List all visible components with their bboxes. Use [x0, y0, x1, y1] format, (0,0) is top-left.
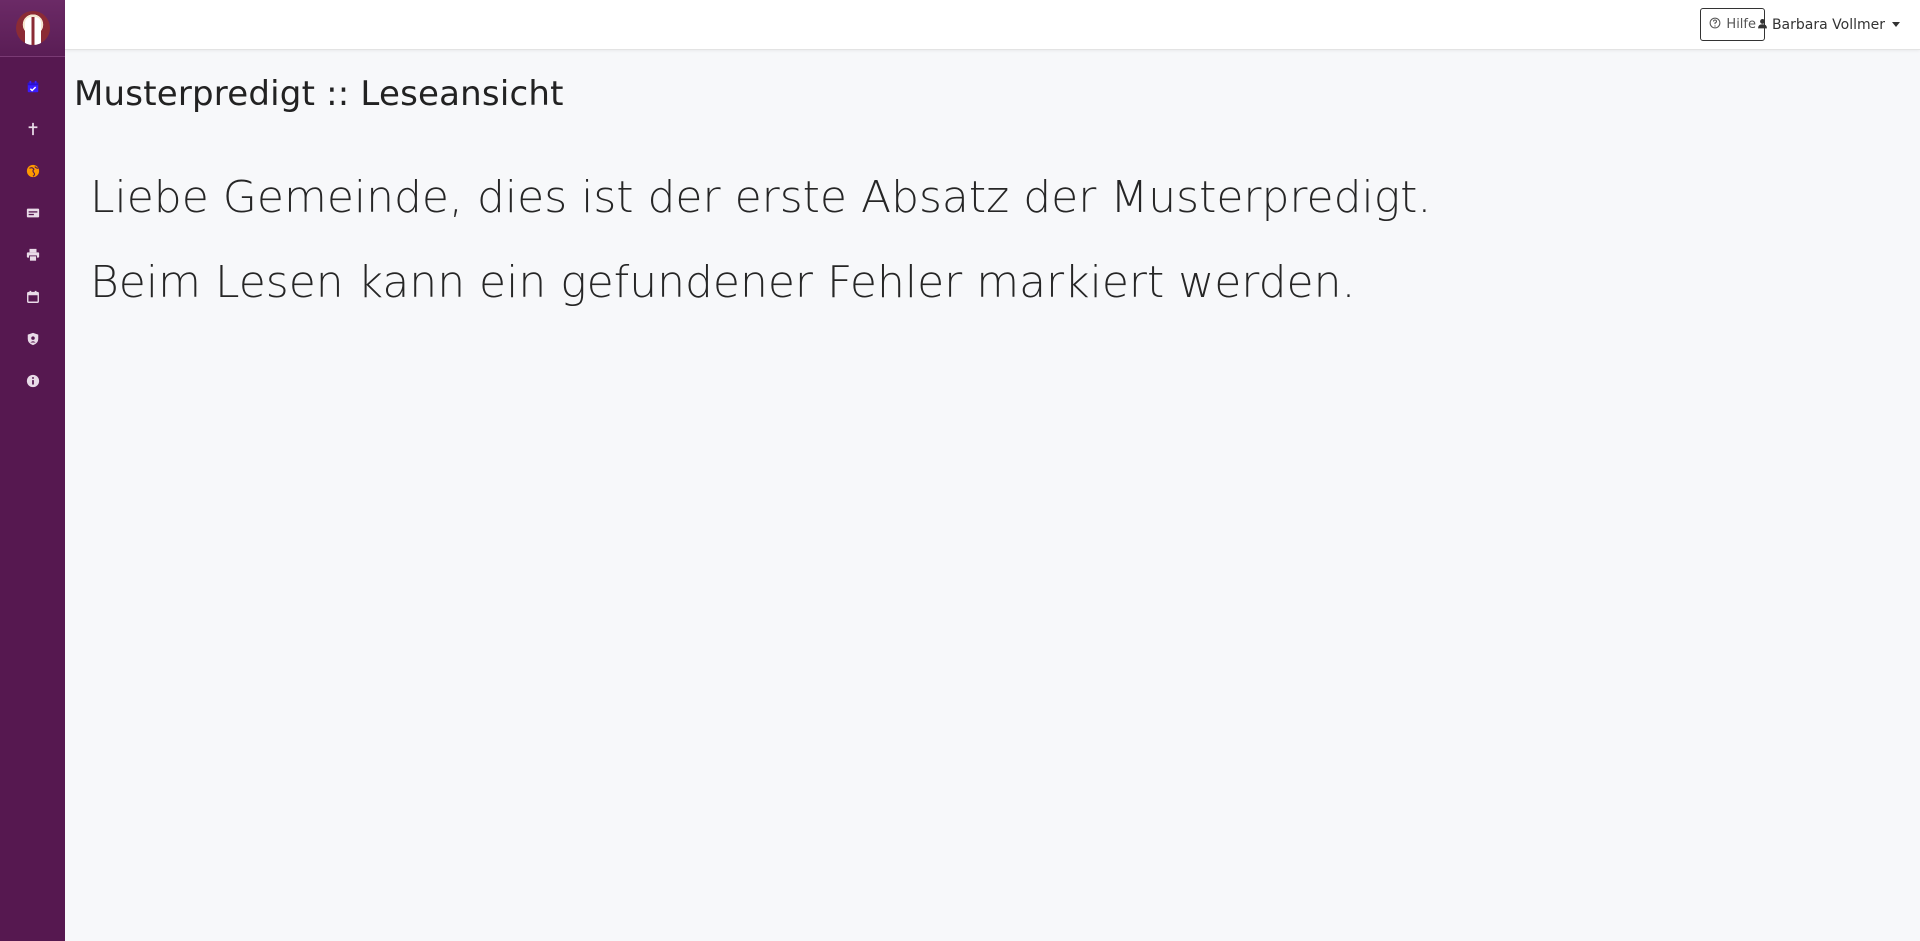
sidebar-item-info[interactable] [0, 360, 65, 402]
sermon-paragraph[interactable]: Liebe Gemeinde, dies ist der erste Absat… [90, 176, 1431, 220]
sidebar-item-calendar[interactable] [0, 276, 65, 318]
sidebar-item-user-shield[interactable] [0, 318, 65, 360]
help-label: Hilfe [1726, 17, 1756, 32]
user-icon [1757, 17, 1768, 33]
calendar-check-icon [26, 80, 40, 94]
topbar: Hilfe Barbara Vollmer [65, 0, 1920, 50]
calendar-icon [26, 290, 40, 304]
user-shield-icon [26, 332, 40, 346]
sidebar-item-globe[interactable] [0, 150, 65, 192]
printer-icon [26, 248, 40, 262]
chevron-down-icon [1892, 22, 1900, 27]
sidebar [0, 0, 65, 941]
question-circle-icon [1709, 17, 1721, 33]
church-logo[interactable] [15, 11, 50, 45]
id-card-icon [26, 206, 40, 220]
sidebar-item-cross[interactable] [0, 108, 65, 150]
brand[interactable] [0, 0, 65, 57]
globe-icon [26, 164, 40, 178]
cross-icon [26, 122, 40, 136]
sidebar-nav [0, 66, 65, 402]
sermon-paragraph[interactable]: Beim Lesen kann ein gefundener Fehler ma… [90, 261, 1431, 305]
sidebar-item-id-card[interactable] [0, 192, 65, 234]
reading-view: Liebe Gemeinde, dies ist der erste Absat… [90, 176, 1431, 346]
user-name: Barbara Vollmer [1771, 16, 1885, 33]
main-content: Musterpredigt :: Leseansicht Liebe Gemei… [65, 50, 1920, 941]
info-icon [26, 374, 40, 388]
page-title: Musterpredigt :: Leseansicht [74, 74, 564, 114]
user-menu-dropdown[interactable]: Barbara Vollmer [1757, 8, 1900, 41]
sidebar-item-printer[interactable] [0, 234, 65, 276]
help-button[interactable]: Hilfe [1700, 8, 1765, 41]
sidebar-item-calendar-check[interactable] [0, 66, 65, 108]
